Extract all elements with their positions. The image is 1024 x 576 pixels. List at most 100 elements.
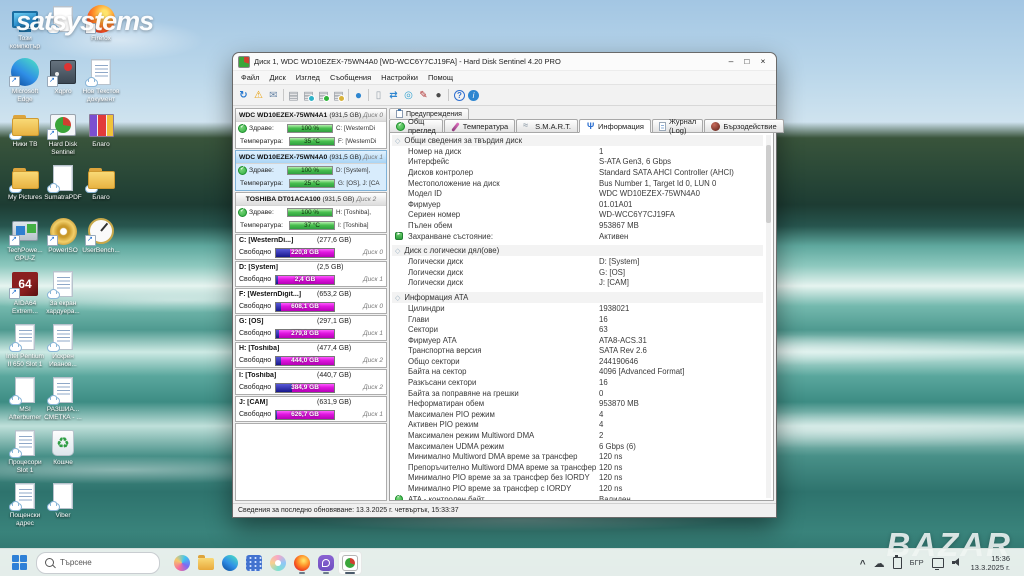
tab-information[interactable]: Информация xyxy=(579,119,651,133)
desktop-icon[interactable]: РАЗШИА... СМЕТКА - ... xyxy=(44,373,82,426)
desktop-icon[interactable]: Кошче xyxy=(44,426,82,479)
tab-temperature[interactable]: Температура xyxy=(443,119,516,133)
help-icon[interactable] xyxy=(454,89,465,101)
edge-icon[interactable] xyxy=(218,551,242,575)
menu-item[interactable]: Настройки xyxy=(376,73,423,82)
language-indicator[interactable]: БГР xyxy=(910,558,924,567)
menu-item[interactable]: Изглед xyxy=(291,73,325,82)
settings-icon[interactable] xyxy=(431,88,446,103)
health-ok-icon xyxy=(238,207,247,217)
info-label: Сектори xyxy=(408,325,438,335)
desktop-icon[interactable]: Firefox xyxy=(82,2,120,55)
desktop-icon[interactable]: Xqpro xyxy=(44,55,82,108)
desktop-icon[interactable]: Благо xyxy=(82,161,120,214)
desktop-icon[interactable]: TechPowe... GPU-Z xyxy=(6,214,44,267)
usb-device-icon[interactable] xyxy=(892,554,902,569)
report-mail-icon[interactable] xyxy=(266,88,281,103)
info-value: Bus Number 1, Target Id 0, LUN 0 xyxy=(599,178,717,188)
calculator-icon[interactable] xyxy=(242,551,266,575)
start-button[interactable] xyxy=(12,554,28,571)
disk-search-icon[interactable] xyxy=(331,88,346,103)
desktop-icon[interactable]: Нов Текстов документ xyxy=(82,55,120,108)
free-space-value: 608,1 GB xyxy=(291,303,319,310)
menu-item[interactable]: Диск xyxy=(264,73,290,82)
copilot-icon[interactable] xyxy=(170,551,194,575)
taskbar-clock[interactable]: 15:36 13.3.2025 г. xyxy=(971,554,1010,572)
desktop-icon[interactable]: Благо xyxy=(82,108,120,161)
desktop-icon[interactable]: За екран хардуера... xyxy=(44,267,82,320)
minimize-button[interactable]: – xyxy=(723,54,739,69)
desktop-icon-row: Microsoft Edge Xqpro Нов Текстов докумен… xyxy=(6,55,120,108)
disk-ok-icon[interactable] xyxy=(316,88,331,103)
sync-icon[interactable] xyxy=(386,88,401,103)
info-value: 120 ns xyxy=(599,473,623,483)
volume-icon[interactable] xyxy=(951,558,963,567)
desktop-icon[interactable]: UserBench... xyxy=(82,214,120,267)
tray-chevron-icon[interactable] xyxy=(860,554,866,572)
online-globe-icon[interactable] xyxy=(351,88,366,103)
clipboard-icon[interactable] xyxy=(371,88,386,103)
pc-edit-icon[interactable] xyxy=(416,88,431,103)
partition-item[interactable]: C: [WesternDi...] (277,6 GB) Свободно 22… xyxy=(235,234,387,260)
desktop-icon[interactable]: Viber xyxy=(44,479,82,532)
close-button[interactable]: × xyxy=(755,54,771,69)
desktop-icon[interactable]: Искрен Иванов... xyxy=(44,320,82,373)
scrollbar-thumb[interactable] xyxy=(766,145,771,223)
menu-item[interactable]: Помощ xyxy=(423,73,458,82)
menu-item[interactable]: Файл xyxy=(236,73,264,82)
paint-icon[interactable] xyxy=(266,551,290,575)
desktop-icon[interactable]: Пощенски адрес xyxy=(6,479,44,532)
desktop-icon[interactable]: Ники ТВ xyxy=(6,108,44,161)
tab-performance[interactable]: Бързодействие xyxy=(704,119,784,133)
firefox-icon[interactable] xyxy=(290,551,314,575)
free-space-bar: 384,9 GB xyxy=(275,382,335,393)
partition-disk-number: Диск 0 xyxy=(363,303,383,310)
network-icon[interactable] xyxy=(931,557,944,570)
edge-icon xyxy=(9,57,40,87)
desktop-icon[interactable] xyxy=(44,2,82,55)
disk-item[interactable]: TOSHIBA DT01ACA100 (931,5 GB) Диск 2 Здр… xyxy=(235,192,387,233)
partition-item[interactable]: J: [CAM] (631,9 GB) Свободно 626,7 GB Ди… xyxy=(235,396,387,422)
desktop-icon[interactable]: PowerISO xyxy=(44,214,82,267)
desktop-icon-row: MSI Afterburner РАЗШИА... СМЕТКА - ... xyxy=(6,373,120,426)
alert-icon[interactable] xyxy=(251,88,266,103)
disk-test-icon[interactable] xyxy=(301,88,316,103)
info-row: Препоръчително Multiword DMA време за тр… xyxy=(392,462,763,473)
disk-item[interactable]: WDC WD10EZEX-75WN4A1 (931,5 GB) Диск 0 З… xyxy=(235,108,387,149)
refresh-icon[interactable] xyxy=(236,88,251,103)
file-explorer-icon[interactable] xyxy=(194,551,218,575)
scrollbar[interactable] xyxy=(766,135,771,498)
taskbar-search-input[interactable]: Търсене xyxy=(36,551,160,574)
desktop-icon[interactable]: Hard Disk Sentinel xyxy=(44,108,82,161)
menu-item[interactable]: Съобщения xyxy=(325,73,376,82)
disk-item[interactable]: WDC WD10EZEX-75WN4A0 (931,5 GB) Диск 1 З… xyxy=(235,150,387,191)
desktop-icon[interactable]: AIDA64 Extrem... xyxy=(6,267,44,320)
desktop-icon[interactable]: Процесори Slot 1 xyxy=(6,426,44,479)
desktop-icon[interactable]: Intel Pentium II 650 Slot 1 xyxy=(6,320,44,373)
maximize-button[interactable]: □ xyxy=(739,54,755,69)
onedrive-cloud-icon[interactable] xyxy=(874,554,885,572)
hard-disk-sentinel-icon[interactable] xyxy=(338,550,362,575)
desktop-icon[interactable]: My Pictures xyxy=(6,161,44,214)
partition-item[interactable]: I: [Toshiba] (440,7 GB) Свободно 384,9 G… xyxy=(235,369,387,395)
info-bubble-icon[interactable] xyxy=(468,89,479,101)
desktop-icon[interactable]: Microsoft Edge xyxy=(6,55,44,108)
info-label: Максимален PIO режим xyxy=(408,409,495,419)
partition-item[interactable]: G: [OS] (297,1 GB) Свободно 279,8 GB Дис… xyxy=(235,315,387,341)
partition-item[interactable]: D: [System] (2,5 GB) Свободно 2,4 GB Дис… xyxy=(235,261,387,287)
partition-item[interactable]: H: [Toshiba] (477,4 GB) Свободно 444,0 G… xyxy=(235,342,387,368)
partition-item[interactable]: F: [WesternDigit...] (653,2 GB) Свободно… xyxy=(235,288,387,314)
desktop-icon[interactable]: SumatraPDF xyxy=(44,161,82,214)
disk-detect-icon[interactable] xyxy=(286,88,301,103)
viber-icon[interactable] xyxy=(314,551,338,575)
titlebar[interactable]: Диск 1, WDC WD10EZEX-75WN4A0 [WD-WCC6Y7C… xyxy=(233,53,776,71)
network-icon[interactable] xyxy=(401,88,416,103)
tab-overview[interactable]: Общ преглед xyxy=(389,117,443,135)
desktop-icon[interactable]: Този компютър xyxy=(6,2,44,55)
info-label: Разкъсани сектори xyxy=(408,378,477,388)
tab-log[interactable]: Журнал (Log) xyxy=(651,117,704,135)
free-space-value: 2,4 GB xyxy=(294,276,316,283)
partition-header: G: [OS] (297,1 GB) xyxy=(236,316,386,327)
tab-smart[interactable]: S.M.A.R.T. xyxy=(516,119,579,133)
desktop-icon[interactable]: MSI Afterburner xyxy=(6,373,44,426)
